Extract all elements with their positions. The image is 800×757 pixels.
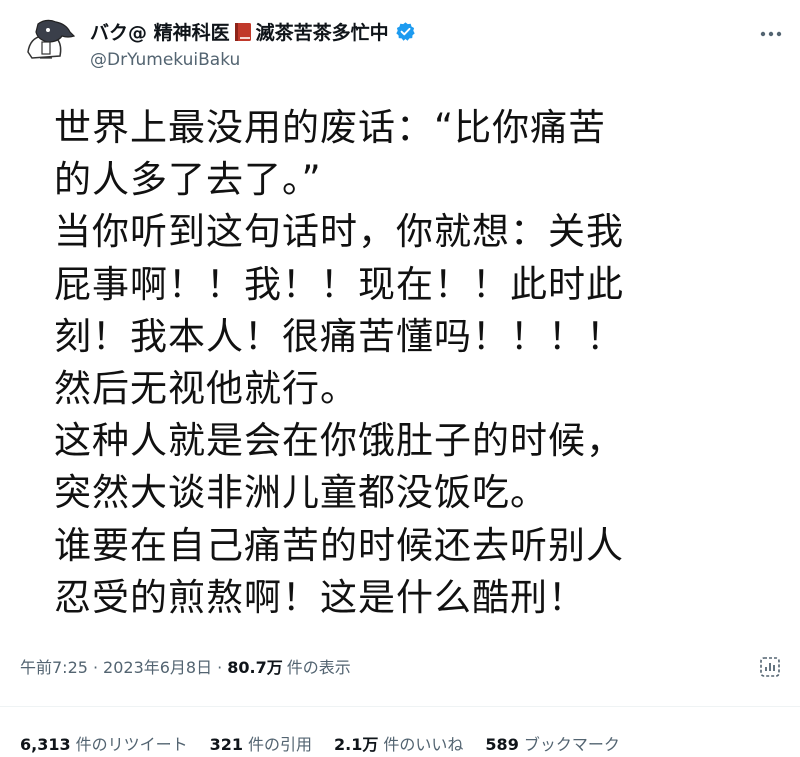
- retweets-stat[interactable]: 6,313 件のリツイート: [20, 731, 188, 755]
- tweet-stats: 6,313 件のリツイート 321 件の引用 2.1万 件のいいね 589 ブッ…: [20, 731, 642, 755]
- tweet-line: 的人多了去了。”: [54, 158, 322, 202]
- more-icon: [760, 31, 782, 37]
- meta-separator: ·: [92, 658, 99, 677]
- quotes-stat[interactable]: 321 件の引用: [210, 731, 312, 755]
- display-name-suffix: 滅茶苦茶多忙中: [255, 22, 389, 44]
- analytics-icon: [760, 657, 780, 677]
- more-button[interactable]: [754, 22, 788, 46]
- tweet-time[interactable]: 午前7:25: [20, 654, 88, 678]
- bookmarks-label: ブックマーク: [523, 735, 620, 754]
- retweets-label: 件のリツイート: [75, 735, 188, 754]
- tweet-date[interactable]: 2023年6月8日: [103, 654, 212, 678]
- bookmarks-count: 589: [485, 735, 519, 754]
- views-count: 80.7万: [227, 658, 283, 677]
- tweet-line: 谁要在自己痛苦的时候还去听别人: [54, 523, 624, 567]
- verified-badge-icon: [395, 21, 416, 42]
- divider: [0, 706, 800, 707]
- likes-label: 件のいいね: [383, 735, 464, 754]
- likes-stat[interactable]: 2.1万 件のいいね: [334, 731, 463, 755]
- display-name[interactable]: バク@ 精神科医 滅茶苦茶多忙中: [90, 18, 416, 45]
- likes-count: 2.1万: [334, 735, 379, 754]
- retweets-count: 6,313: [20, 735, 71, 754]
- quotes-count: 321: [209, 735, 244, 754]
- bookmarks-stat[interactable]: 589 ブックマーク: [485, 731, 619, 755]
- display-name-prefix: バク@ 精神科医: [90, 22, 230, 44]
- quotes-label: 件の引用: [248, 735, 313, 754]
- tweet: バク@ 精神科医 滅茶苦茶多忙中 @DrYumekuiBaku 世界上最没用的废…: [0, 0, 800, 757]
- tapir-avatar-icon: [18, 12, 76, 70]
- avatar[interactable]: [18, 12, 76, 70]
- tweet-meta: 午前7:25 · 2023年6月8日 · 80.7万 件の表示: [20, 654, 351, 678]
- tweet-line: 当你听到这句话时，你就想：关我: [54, 210, 624, 254]
- tweet-line: 忍受的煎熬啊！这是什么酷刑！: [54, 575, 586, 619]
- meta-separator: ·: [217, 658, 223, 677]
- tweet-text: 世界上最没用的废话：“比你痛苦 的人多了去了。” 当你听到这句话时，你就想：关我…: [54, 102, 754, 624]
- tweet-line: 刻！我本人！很痛苦懂吗！！！！: [54, 314, 624, 358]
- tweet-line: 世界上最没用的废话：“比你痛苦: [54, 106, 607, 149]
- red-book-icon: [234, 22, 252, 42]
- analytics-button[interactable]: [758, 655, 782, 679]
- author-handle[interactable]: @DrYumekuiBaku: [90, 50, 240, 70]
- tweet-line: 这种人就是会在你饿肚子的时候，: [54, 419, 624, 463]
- tweet-line: 屁事啊！！我！！现在！！此时此: [54, 262, 624, 306]
- tweet-line: 然后无视他就行。: [54, 367, 358, 411]
- views-label: 件の表示: [286, 658, 351, 677]
- tweet-line: 突然大谈非洲儿童都没饭吃。: [54, 471, 548, 515]
